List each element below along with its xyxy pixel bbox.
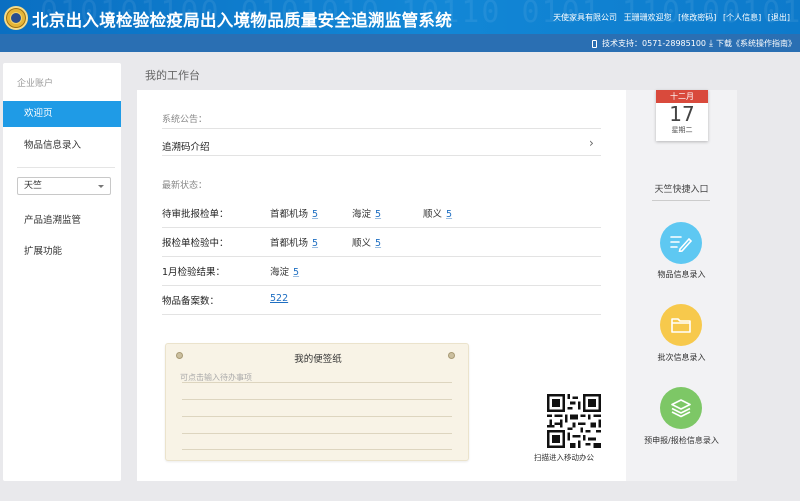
download-text: 下载《系统操作指南》 [716, 39, 796, 48]
sidebar-section-label: 企业账户 [17, 79, 54, 89]
status-count: 5 [375, 209, 382, 220]
status-link[interactable]: 海淀 5 [352, 206, 381, 220]
page-title: 我的工作台 [145, 69, 200, 82]
announcement-link[interactable]: 追溯码介绍 [162, 139, 210, 153]
status-row-label: 1月检验结果： [162, 267, 226, 278]
note-line [182, 399, 452, 400]
status-link[interactable]: 首都机场 5 [270, 235, 318, 249]
records-count-link[interactable]: 522 [270, 293, 288, 304]
company-name: 天使家具有限公司 [553, 13, 618, 22]
right-column: 十二月 17 星期二 天竺快捷入口 物品信息录入 批次信息录入 预申报/报检信息… [626, 90, 737, 481]
status-row-label: 物品备案数： [162, 296, 220, 307]
status-row-inspecting: 报检单检验中： 首都机场 5 顺义 5 [162, 235, 601, 251]
status-row-label: 待审批报检单： [162, 209, 229, 220]
phone-icon [592, 39, 598, 48]
quick-item-label: 批次信息录入 [657, 353, 706, 362]
status-location: 首都机场 [270, 209, 309, 220]
quick-item-entry-button[interactable] [660, 222, 702, 264]
status-location: 顺义 [423, 209, 443, 220]
quick-access-title: 天竺快捷入口 [654, 185, 709, 195]
qr-code [547, 394, 601, 448]
status-count: 5 [312, 238, 319, 249]
sticky-note-title: 我的便签纸 [294, 354, 342, 365]
divider [162, 155, 601, 156]
status-location: 海淀 [352, 209, 372, 220]
folder-icon [671, 318, 691, 333]
divider [162, 128, 601, 129]
quick-item-declaration-button[interactable] [660, 387, 702, 429]
quick-item-label: 物品信息录入 [657, 270, 706, 279]
sidebar: 企业账户 欢迎页 物品信息录入 天竺 产品追溯监管 扩展功能 [3, 63, 121, 481]
status-count: 5 [312, 209, 319, 220]
status-location: 海淀 [270, 267, 290, 278]
quick-item-batch-button[interactable] [660, 304, 702, 346]
status-row-results: 1月检验结果： 海淀 5 [162, 264, 601, 280]
status-location: 顺义 [352, 238, 372, 249]
sidebar-divider [17, 167, 115, 168]
calendar-weekday: 星期二 [671, 126, 693, 134]
status-row-pending: 待审批报检单： 首都机场 5 海淀 5 顺义 5 [162, 206, 601, 222]
status-count: 5 [375, 238, 382, 249]
divider [162, 314, 601, 315]
calendar-day: 17 [669, 102, 695, 126]
support-text: 技术支持：0571-28985100 [602, 39, 706, 48]
sidebar-item-extensions[interactable]: 扩展功能 [3, 239, 121, 265]
location-select[interactable]: 天竺 [17, 177, 111, 195]
note-line [182, 433, 452, 434]
edit-icon [670, 236, 692, 252]
status-location: 首都机场 [270, 238, 309, 249]
download-guide-link[interactable]: ⤓ 下载《系统操作指南》 [709, 38, 796, 49]
status-count: 5 [293, 267, 300, 278]
divider [162, 227, 601, 228]
status-row-label: 报检单检验中： [162, 238, 229, 249]
divider [162, 285, 601, 286]
logout-link[interactable]: [退出] [768, 13, 790, 22]
announcement-label: 系统公告： [162, 115, 208, 125]
divider [162, 256, 601, 257]
status-row-records: 物品备案数： 522 [162, 293, 601, 309]
status-link[interactable]: 顺义 5 [423, 206, 452, 220]
logo-icon [4, 6, 28, 30]
note-line [182, 416, 452, 417]
note-line [182, 382, 452, 383]
download-icon: ⤓ [709, 38, 713, 49]
status-count: 5 [446, 209, 453, 220]
user-bar: 天使家具有限公司 王珊珊欢迎您 [修改密码] [个人信息] [退出] [549, 12, 790, 23]
divider [652, 200, 710, 201]
sidebar-item-welcome[interactable]: 欢迎页 [3, 101, 121, 127]
status-link[interactable]: 海淀 5 [270, 264, 299, 278]
sidebar-item-traceability[interactable]: 产品追溯监管 [3, 208, 121, 234]
calendar-widget: 十二月 17 星期二 [656, 90, 708, 141]
sidebar-item-item-entry[interactable]: 物品信息录入 [3, 133, 121, 159]
workbench-panel: 系统公告： 追溯码介绍 › 最新状态： 待审批报检单： 首都机场 5 海淀 5 顺义… [137, 90, 626, 481]
tech-support: 技术支持：0571-28985100 [592, 38, 706, 49]
welcome-text: 王珊珊欢迎您 [623, 13, 672, 22]
status-label: 最新状态： [162, 181, 208, 191]
chevron-down-icon [98, 185, 104, 188]
status-link[interactable]: 顺义 5 [352, 235, 381, 249]
status-link[interactable]: 首都机场 5 [270, 206, 318, 220]
app-title: 北京出入境检验检疫局出入境物品质量安全追溯监管系统 [32, 11, 452, 30]
note-line [182, 449, 452, 450]
personal-info-link[interactable]: [个人信息] [723, 13, 761, 22]
qr-caption: 扫描进入移动办公 [534, 453, 594, 462]
sticky-note: 我的便签纸 [165, 343, 469, 461]
change-password-link[interactable]: [修改密码] [678, 13, 716, 22]
location-select-value: 天竺 [24, 181, 43, 191]
chevron-right-icon[interactable]: › [589, 136, 594, 150]
quick-item-label: 预申报/报检信息录入 [644, 436, 719, 445]
layers-icon [671, 399, 691, 418]
